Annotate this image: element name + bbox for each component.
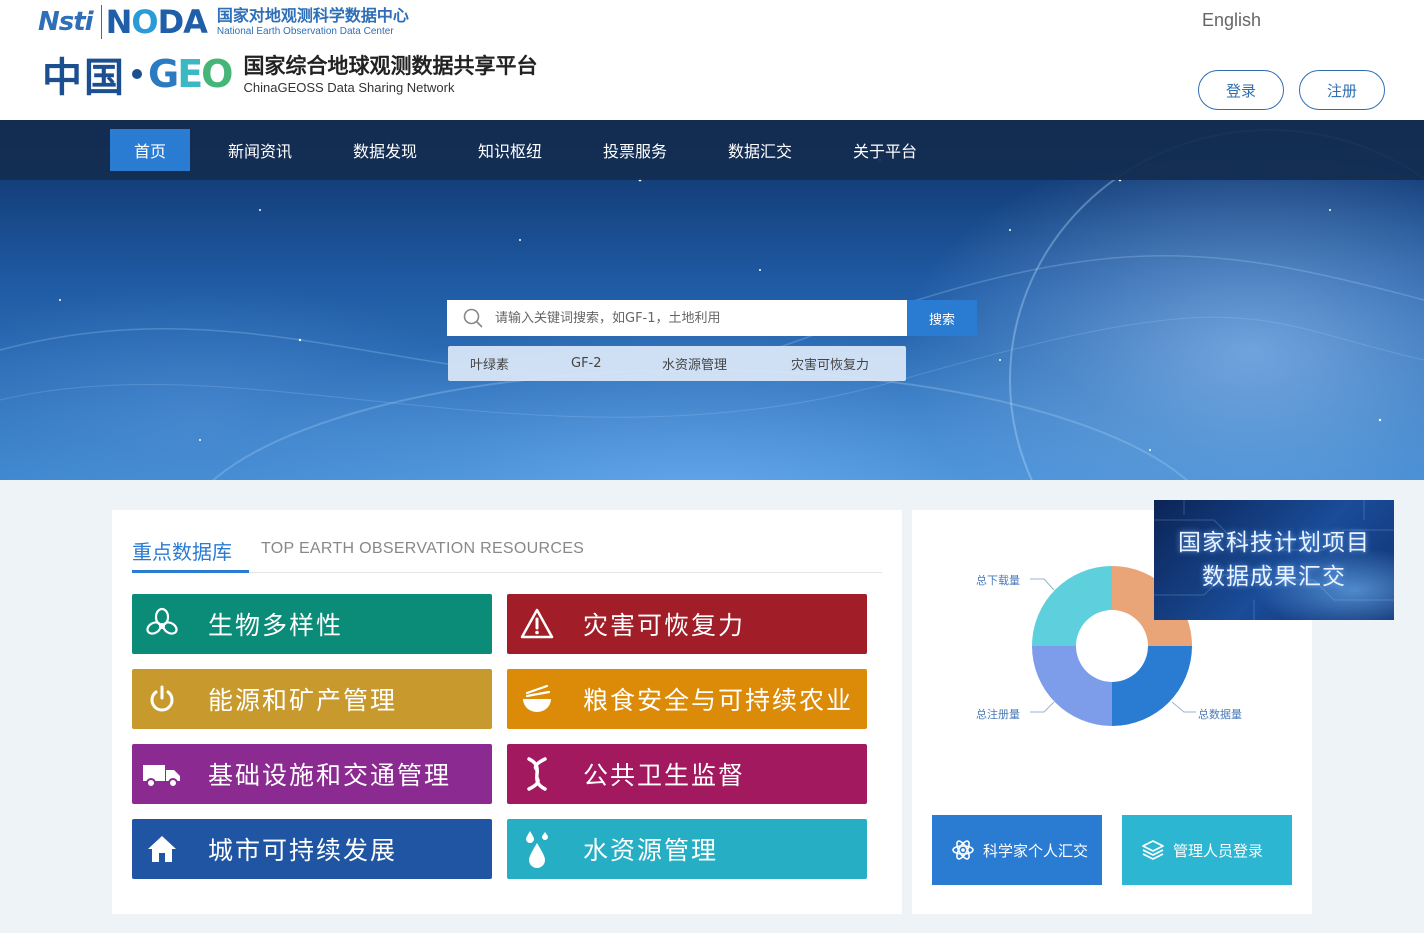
tile-water-management[interactable]: 水资源管理 — [507, 819, 867, 879]
admin-login-label: 管理人员登录 — [1173, 841, 1264, 860]
login-button[interactable]: 登录 — [1198, 70, 1284, 110]
label-downloads: 总下载量 — [976, 574, 1020, 587]
search-input[interactable] — [495, 310, 895, 326]
truck-icon — [142, 754, 182, 794]
site-header: Nsti NODA 国家对地观测科学数据中心 National Earth Ob… — [0, 0, 1424, 120]
home-icon — [142, 829, 182, 869]
chinageo-logo[interactable]: 中国 GEO 国家综合地球观测数据共享平台 ChinaGEOSS Data Sh… — [42, 44, 537, 104]
logo-divider — [100, 5, 102, 39]
tile-label: 水资源管理 — [583, 836, 719, 865]
biodiversity-icon — [142, 604, 182, 644]
hot-tag-disaster[interactable]: 灾害可恢复力 — [791, 346, 869, 381]
tile-urban-development[interactable]: 城市可持续发展 — [132, 819, 492, 879]
leader-line-downloads — [1030, 578, 1055, 591]
leader-line-registrations — [1030, 701, 1055, 713]
noda-title-cn: 国家对地观测科学数据中心 — [216, 6, 409, 25]
donut-slice-bottom-right[interactable] — [1112, 646, 1192, 726]
register-button[interactable]: 注册 — [1299, 70, 1385, 110]
tile-disaster-resilience[interactable]: 灾害可恢复力 — [507, 594, 867, 654]
resources-title[interactable]: 重点数据库 — [132, 536, 232, 565]
power-icon — [142, 679, 182, 719]
layers-icon — [1141, 838, 1165, 862]
food-bowl-icon — [517, 679, 557, 719]
label-registrations: 总注册量 — [976, 708, 1020, 721]
tile-energy-minerals[interactable]: 能源和矿产管理 — [132, 669, 492, 729]
scientist-submission-label: 科学家个人汇交 — [983, 841, 1089, 860]
section-underline — [132, 570, 249, 573]
donut-slice-top-left[interactable] — [1032, 566, 1112, 646]
noda-title-en: National Earth Observation Data Center — [216, 26, 394, 37]
tile-label: 粮食安全与可持续农业 — [583, 686, 854, 715]
nav-home[interactable]: 首页 — [110, 129, 190, 171]
banner-line-1: 国家科技计划项目 — [1178, 530, 1370, 556]
search-bar — [447, 300, 907, 336]
main-nav: 首页 新闻资讯 数据发现 知识枢纽 投票服务 数据汇交 关于平台 — [0, 120, 1424, 180]
noda-logo[interactable]: Nsti NODA 国家对地观测科学数据中心 National Earth Ob… — [38, 2, 409, 42]
hot-tags: 叶绿素 GF-2 水资源管理 灾害可恢复力 — [448, 346, 906, 381]
tile-label: 基础设施和交通管理 — [208, 761, 452, 790]
tile-label: 生物多样性 — [208, 611, 344, 640]
language-switch[interactable]: English — [1202, 10, 1261, 31]
hot-tag-water[interactable]: 水资源管理 — [662, 346, 727, 381]
water-drops-icon — [517, 829, 557, 869]
tile-public-health[interactable]: 公共卫生监督 — [507, 744, 867, 804]
donut-slice-bottom-left[interactable] — [1032, 646, 1112, 726]
scientist-submission-button[interactable]: 科学家个人汇交 — [932, 815, 1102, 885]
tile-label: 城市可持续发展 — [208, 836, 398, 865]
tile-label: 灾害可恢复力 — [583, 611, 746, 640]
banner-line-2: 数据成果汇交 — [1202, 564, 1346, 590]
platform-title-cn: 国家综合地球观测数据共享平台 — [243, 54, 538, 78]
project-submission-banner[interactable]: 国家科技计划项目 数据成果汇交 — [1154, 500, 1394, 620]
hot-tag-gf2[interactable]: GF-2 — [571, 346, 602, 381]
tile-food-security[interactable]: 粮食安全与可持续农业 — [507, 669, 867, 729]
atom-icon — [951, 838, 975, 862]
platform-title-en: ChinaGEOSS Data Sharing Network — [243, 80, 455, 95]
geo-wordmark: GEO — [148, 52, 234, 96]
dna-icon — [517, 754, 557, 794]
warning-icon — [517, 604, 557, 644]
hot-tag-chlorophyll[interactable]: 叶绿素 — [470, 346, 509, 381]
resources-subtitle: TOP EARTH OBSERVATION RESOURCES — [261, 540, 585, 557]
tile-label: 能源和矿产管理 — [208, 686, 398, 715]
nsti-logo: Nsti — [38, 7, 94, 37]
nav-data-submission[interactable]: 数据汇交 — [720, 129, 800, 171]
nav-data-discovery[interactable]: 数据发现 — [345, 129, 425, 171]
nav-knowledge-hub[interactable]: 知识枢纽 — [470, 129, 550, 171]
noda-wordmark: NODA — [105, 3, 208, 41]
search-button[interactable]: 搜索 — [907, 300, 977, 336]
tile-infrastructure[interactable]: 基础设施和交通管理 — [132, 744, 492, 804]
leader-line-data-volume — [1171, 701, 1196, 713]
tile-label: 公共卫生监督 — [583, 761, 746, 790]
label-data-volume: 总数据量 — [1198, 708, 1242, 721]
china-logo-text: 中国 — [42, 54, 126, 101]
logo-dot — [132, 69, 142, 79]
search-icon — [463, 308, 483, 328]
nav-about[interactable]: 关于平台 — [845, 129, 925, 171]
nav-voting-service[interactable]: 投票服务 — [595, 129, 675, 171]
tile-biodiversity[interactable]: 生物多样性 — [132, 594, 492, 654]
admin-login-button[interactable]: 管理人员登录 — [1122, 815, 1292, 885]
nav-news[interactable]: 新闻资讯 — [220, 129, 300, 171]
